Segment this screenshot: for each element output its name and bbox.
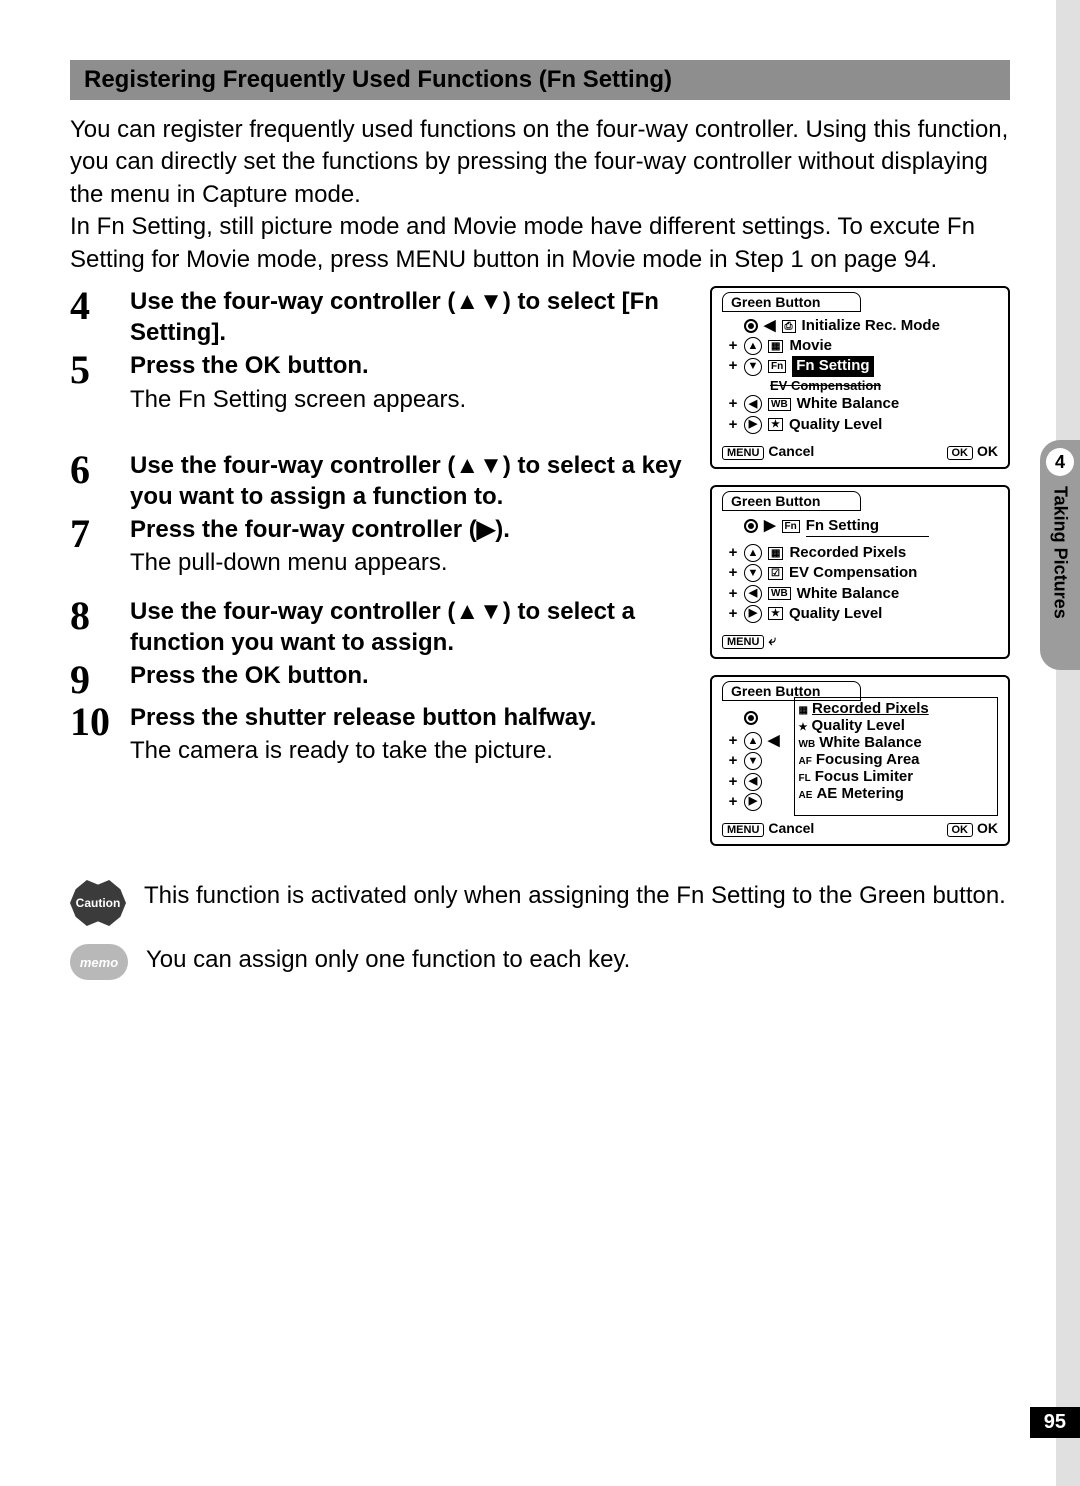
step-number: 6 [70, 450, 130, 490]
green-dot-icon [744, 519, 758, 533]
steps-list: 4 Use the four-way controller (▲▼) to se… [70, 286, 692, 862]
step-head: Press the four-way controller (▶). [130, 514, 692, 545]
down-icon: ▼ [744, 564, 762, 582]
step-head: Press the OK button. [130, 660, 692, 691]
caution-icon: Caution [70, 880, 126, 926]
screen-fig-3: Green Button +▲◀ +▼ +◀ +▶ ▦Recorded Pixe… [710, 675, 1010, 846]
right-icon: ▶ [744, 793, 762, 811]
step-desc: The Fn Setting screen appears. [130, 384, 692, 416]
fig-tab: Green Button [722, 491, 861, 511]
screen-fig-1: Green Button ◀⎙Initialize Rec. Mode +▲▦M… [710, 286, 1010, 469]
step-head: Press the OK button. [130, 350, 692, 381]
left-icon: ◀ [744, 585, 762, 603]
screen-fig-2: Green Button ▶FnFn Setting +▲▦Recorded P… [710, 485, 1010, 659]
menu-button-label: MENU [722, 823, 764, 837]
memo-text: You can assign only one function to each… [146, 944, 630, 976]
step-number: 9 [70, 660, 130, 700]
step-number: 5 [70, 350, 130, 390]
ok-button-label: OK [947, 823, 974, 837]
section-heading: Registering Frequently Used Functions (F… [70, 60, 1010, 100]
up-icon: ▲ [744, 337, 762, 355]
menu-button-label: MENU [722, 446, 764, 460]
step-number: 7 [70, 514, 130, 554]
dropdown-list: ▦Recorded Pixels ★Quality Level WBWhite … [794, 697, 998, 816]
step-head: Use the four-way controller (▲▼) to sele… [130, 286, 692, 348]
step-head: Press the shutter release button halfway… [130, 702, 692, 733]
step-number: 10 [70, 702, 130, 742]
ok-button-label: OK [947, 446, 974, 460]
up-icon: ▲ [744, 732, 762, 750]
fig-tab: Green Button [722, 292, 861, 312]
down-icon: ▼ [744, 752, 762, 770]
step-number: 4 [70, 286, 130, 326]
menu-button-label: MENU [722, 635, 764, 649]
green-dot-icon [744, 319, 758, 333]
step-number: 8 [70, 596, 130, 636]
down-icon: ▼ [744, 358, 762, 376]
up-icon: ▲ [744, 544, 762, 562]
intro-paragraph: You can register frequently used functio… [70, 114, 1010, 276]
green-dot-icon [744, 711, 758, 725]
step-head: Use the four-way controller (▲▼) to sele… [130, 596, 692, 658]
right-icon: ▶ [744, 416, 762, 434]
step-desc: The camera is ready to take the picture. [130, 735, 692, 767]
step-head: Use the four-way controller (▲▼) to sele… [130, 450, 692, 512]
left-icon: ◀ [744, 773, 762, 791]
init-icon: ⎙ [782, 320, 796, 333]
memo-icon: memo [70, 944, 128, 980]
step-desc: The pull-down menu appears. [130, 547, 692, 579]
back-icon: ⤶ [768, 632, 776, 648]
caution-text: This function is activated only when ass… [144, 880, 1006, 912]
left-icon: ◀ [744, 395, 762, 413]
page-number: 95 [1030, 1407, 1080, 1438]
right-icon: ▶ [744, 605, 762, 623]
